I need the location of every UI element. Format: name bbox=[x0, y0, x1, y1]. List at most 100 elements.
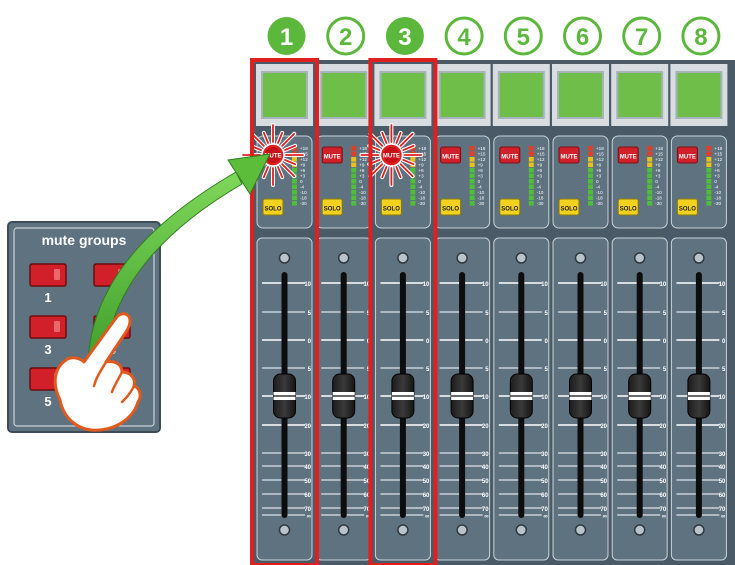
meter-scale-label: +9 bbox=[478, 163, 484, 168]
fader-scale-label: ∞ bbox=[603, 514, 607, 520]
fader-scale-label: ∞ bbox=[662, 514, 666, 520]
fader-scale-label: 40 bbox=[660, 465, 667, 471]
solo-label: SOLO bbox=[324, 207, 341, 213]
meter-scale-label: -4 bbox=[714, 185, 719, 190]
mute-button[interactable]: MUTE bbox=[617, 146, 639, 164]
solo-button[interactable]: SOLO bbox=[558, 198, 580, 216]
mute-burst-label: MUTE bbox=[383, 154, 400, 160]
fader-scale-label: 20 bbox=[600, 424, 607, 430]
meter-scale-label: -4 bbox=[596, 185, 601, 190]
channel-name-display[interactable] bbox=[438, 71, 486, 119]
fader-scale-label: 10 bbox=[541, 395, 548, 401]
channel-number: 2 bbox=[339, 24, 352, 51]
meter-scale-label: -18 bbox=[300, 196, 307, 201]
fader-scale-label: 50 bbox=[423, 479, 430, 485]
mute-button[interactable]: MUTE bbox=[440, 146, 462, 164]
meter-scale-label: -10 bbox=[655, 190, 662, 195]
meter-scale-label: +6 bbox=[596, 168, 602, 173]
meter-scale-label: +15 bbox=[714, 152, 722, 157]
solo-button[interactable]: SOLO bbox=[440, 198, 462, 216]
fader-screw-bottom bbox=[337, 524, 350, 536]
fader-knob[interactable] bbox=[628, 373, 652, 419]
meter-scale-label: -30 bbox=[359, 201, 366, 206]
fader-scale-label: 20 bbox=[541, 424, 548, 430]
fader-scale-label: 30 bbox=[423, 452, 430, 458]
meter-scale-label: +18 bbox=[655, 146, 663, 151]
meter-scale-label: -18 bbox=[714, 196, 721, 201]
meter-scale-label: -4 bbox=[418, 185, 423, 190]
solo-button[interactable]: SOLO bbox=[262, 198, 284, 216]
channel-number-badge: 2 bbox=[326, 16, 366, 56]
mixer-stage: 12345678 MUTESOLO+18+15+12+9+6+30-4-10-1… bbox=[7, 16, 735, 565]
meter-scale-label: +12 bbox=[537, 157, 545, 162]
solo-label: SOLO bbox=[620, 207, 637, 213]
fader-scale-label: 60 bbox=[660, 493, 667, 499]
solo-button[interactable]: SOLO bbox=[617, 198, 639, 216]
mute-label: MUTE bbox=[679, 155, 696, 161]
mute-button[interactable]: MUTE bbox=[499, 146, 521, 164]
meter-scale-label: +12 bbox=[300, 157, 308, 162]
fader-scale-label: 70 bbox=[304, 507, 311, 513]
mute-button[interactable]: MUTE bbox=[558, 146, 580, 164]
meter-scale-label: -30 bbox=[300, 201, 307, 206]
meter-scale-label: +3 bbox=[359, 174, 365, 179]
meter-scale-label: -30 bbox=[478, 201, 485, 206]
fader-knob[interactable] bbox=[569, 373, 592, 419]
channel-name-display[interactable] bbox=[557, 71, 604, 119]
mute-label: MUTE bbox=[442, 155, 459, 161]
solo-button[interactable]: SOLO bbox=[499, 198, 521, 216]
channel-number-badge: 4 bbox=[444, 16, 484, 56]
solo-button[interactable]: SOLO bbox=[321, 198, 343, 216]
meter-scale-label: +6 bbox=[537, 168, 543, 173]
fader-knob[interactable] bbox=[332, 373, 356, 419]
meter-scale-label: -10 bbox=[714, 190, 721, 195]
fader-knob[interactable] bbox=[687, 373, 711, 419]
meter-scale-label: -18 bbox=[596, 196, 603, 201]
fader-knob[interactable] bbox=[391, 373, 415, 419]
meter-scale-label: +9 bbox=[655, 163, 661, 168]
channel-name-display[interactable] bbox=[497, 71, 545, 119]
fader-screw-top bbox=[337, 252, 350, 264]
meter-scale-label: +12 bbox=[418, 157, 426, 162]
channel-name-display[interactable] bbox=[261, 71, 308, 119]
channel-strip: MUTESOLO+18+15+12+9+6+30-4-10-18-3010505… bbox=[492, 64, 550, 561]
meter-scale-label: +18 bbox=[359, 146, 367, 151]
solo-button[interactable]: SOLO bbox=[380, 198, 402, 216]
meter-scale-label: +12 bbox=[655, 157, 663, 162]
solo-label: SOLO bbox=[383, 207, 400, 213]
meter-scale-label: +18 bbox=[537, 146, 545, 151]
solo-button[interactable]: SOLO bbox=[676, 198, 698, 216]
fader-scale-label: 20 bbox=[660, 424, 667, 430]
fader-scale-label: 60 bbox=[541, 493, 548, 499]
meter-scale-label: +12 bbox=[478, 157, 486, 162]
meter-scale-label: +9 bbox=[300, 163, 306, 168]
mute-button[interactable]: MUTE bbox=[321, 146, 343, 164]
meter-scale-label: +6 bbox=[359, 168, 365, 173]
fader-knob[interactable] bbox=[273, 373, 296, 419]
fader-knob[interactable] bbox=[509, 373, 533, 419]
channel-name-display[interactable] bbox=[320, 71, 368, 119]
fader-scale-label: ∞ bbox=[425, 514, 429, 520]
meter-scale-label: +18 bbox=[300, 146, 308, 151]
meter-scale-label: -4 bbox=[655, 185, 660, 190]
meter-scale-label: +3 bbox=[418, 174, 424, 179]
fader-scale-label: 40 bbox=[423, 465, 430, 471]
solo-label: SOLO bbox=[501, 207, 518, 213]
channel-name-display[interactable] bbox=[675, 71, 723, 119]
channel-name-display[interactable] bbox=[616, 71, 664, 119]
solo-label: SOLO bbox=[264, 207, 281, 213]
channel-name-display[interactable] bbox=[379, 71, 427, 119]
meter-scale-label: 0 bbox=[300, 179, 303, 184]
fader-scale-label: 10 bbox=[304, 282, 311, 288]
fader-screw-bottom bbox=[693, 524, 705, 536]
meter-scale-label: -4 bbox=[537, 185, 542, 190]
channel-number-badge: 7 bbox=[622, 16, 662, 56]
mute-button[interactable]: MUTE bbox=[676, 146, 698, 164]
meter-scale-label: +3 bbox=[596, 174, 602, 179]
channel-number: 3 bbox=[398, 24, 411, 51]
fader-knob[interactable] bbox=[450, 373, 474, 419]
meter-scale-label: +9 bbox=[359, 163, 365, 168]
fader-scale-label: 70 bbox=[541, 507, 548, 513]
fader-screw-top bbox=[515, 252, 528, 264]
meter-scale-label: -10 bbox=[300, 190, 307, 195]
